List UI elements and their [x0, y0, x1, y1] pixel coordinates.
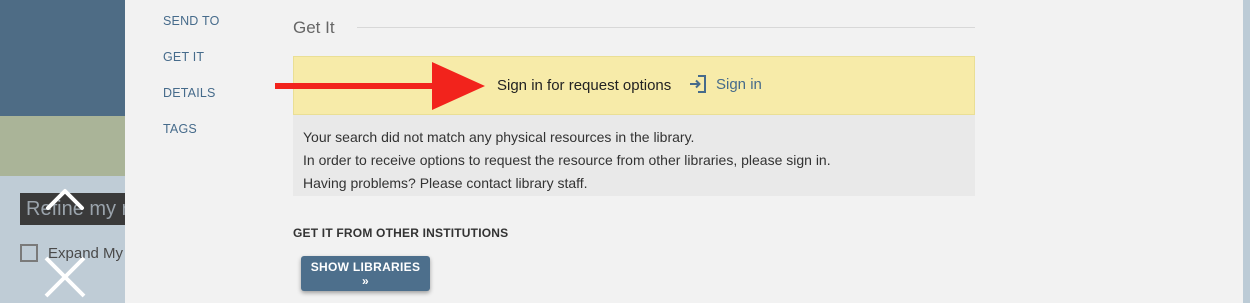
nav-details[interactable]: DETAILS: [163, 86, 220, 101]
availability-message: Your search did not match any physical r…: [293, 115, 975, 196]
background-header-band: [0, 0, 125, 116]
show-libraries-button[interactable]: SHOW LIBRARIES »: [301, 256, 430, 291]
signin-link[interactable]: Sign in: [688, 74, 762, 94]
expand-checkbox: [20, 244, 38, 262]
close-icon[interactable]: [43, 255, 87, 299]
nav-send-to[interactable]: SEND TO: [163, 14, 220, 29]
message-line: In order to receive options to request t…: [303, 152, 831, 168]
nav-get-it[interactable]: GET IT: [163, 50, 220, 65]
background-facet-band: [0, 116, 125, 176]
signin-prompt: Sign in for request options: [497, 77, 672, 94]
sign-in-icon: [690, 75, 706, 93]
message-line: Having problems? Please contact library …: [303, 175, 588, 191]
other-institutions-heading: GET IT FROM OTHER INSTITUTIONS: [293, 226, 509, 240]
section-title: Get It: [293, 18, 335, 37]
red-arrow-annotation: [275, 62, 485, 110]
section-nav: SEND TO GET IT DETAILS TAGS: [163, 14, 220, 158]
nav-tags[interactable]: TAGS: [163, 122, 220, 137]
full-record-panel: SEND TO GET IT DETAILS TAGS Get It Sign …: [125, 0, 1243, 303]
background-results-panel: Refine my re Expand My: [0, 0, 125, 303]
chevron-up-icon[interactable]: [44, 186, 86, 212]
section-divider: [357, 27, 975, 28]
signin-link-label: Sign in: [716, 75, 762, 93]
background-right-edge: [1243, 0, 1250, 303]
message-line: Your search did not match any physical r…: [303, 129, 695, 145]
